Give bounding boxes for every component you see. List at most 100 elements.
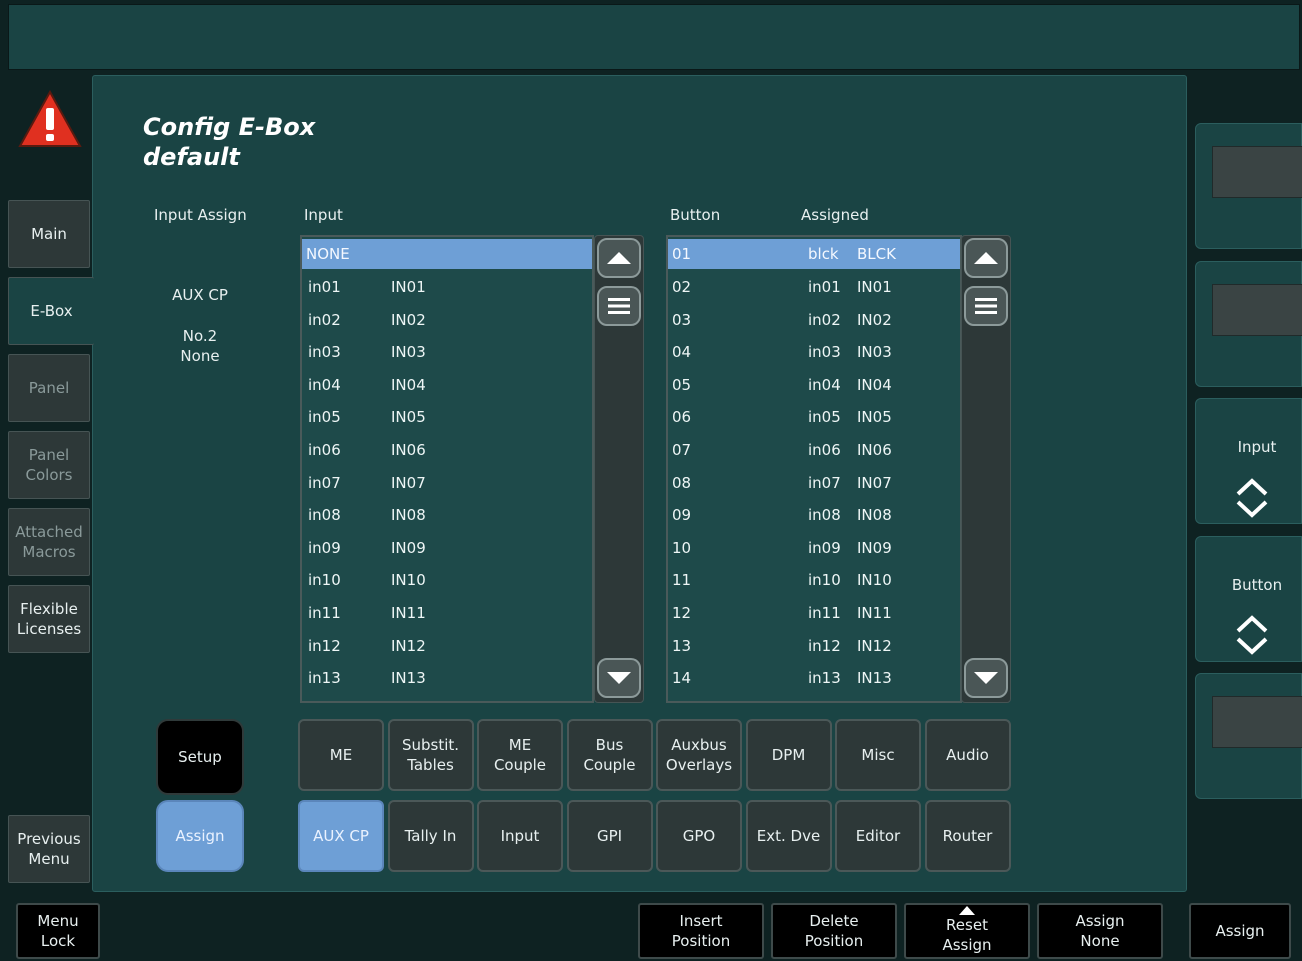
assigned-short-name: blck — [808, 245, 839, 263]
list-item[interactable]: in07 IN07 — [302, 467, 592, 499]
scroll-up-button[interactable] — [964, 238, 1008, 278]
list-item[interactable]: 09 in08 IN08 — [668, 499, 960, 531]
list-item[interactable]: in11 IN11 — [302, 597, 592, 629]
button-number: 11 — [672, 571, 692, 590]
up-down-icon[interactable] — [1232, 476, 1272, 520]
list-item[interactable]: 14 in13 IN13 — [668, 662, 960, 694]
list-item[interactable]: in13 IN13 — [302, 662, 592, 694]
button-number: 13 — [672, 636, 692, 655]
assign-button[interactable]: Assign — [1189, 903, 1291, 959]
input-knob-label: Input — [1237, 438, 1277, 456]
scroll-up-button[interactable] — [597, 238, 641, 278]
list-item[interactable]: 06 in05 IN05 — [668, 401, 960, 433]
previous-menu-button[interactable]: Previous Menu — [8, 815, 90, 883]
category-bus-couple-button[interactable]: Bus Couple — [566, 719, 653, 791]
scroll-thumb[interactable] — [597, 286, 641, 326]
list-item[interactable]: in12 IN12 — [302, 630, 592, 662]
button-number: 14 — [672, 669, 692, 688]
button-knob-label: Button — [1231, 576, 1283, 594]
empty-display-5 — [1212, 696, 1302, 748]
warning-icon[interactable] — [18, 89, 82, 152]
list-item[interactable]: in05 IN05 — [302, 401, 592, 433]
category-router-button[interactable]: Router — [924, 800, 1011, 872]
assigned-short-name: in03 — [808, 343, 841, 362]
list-item[interactable]: 12 in11 IN11 — [668, 597, 960, 629]
list-item[interactable]: in02 IN02 — [302, 304, 592, 336]
scroll-down-button[interactable] — [597, 658, 641, 698]
up-down-icon[interactable] — [1232, 613, 1272, 657]
category-gpo-button[interactable]: GPO — [656, 800, 742, 872]
menu-lock-button[interactable]: Menu Lock — [16, 903, 100, 959]
tab-main[interactable]: Main — [8, 200, 90, 268]
list-item[interactable]: in10 IN10 — [302, 564, 592, 596]
insert-position-button[interactable]: Insert Position — [638, 903, 764, 959]
menu-lines-icon — [975, 298, 997, 314]
button-number: 01 — [672, 245, 692, 263]
button-list[interactable]: 01 blck BLCK 02 in01 IN01 03 in02 IN02 04 in03 IN03… — [666, 235, 962, 703]
list-item[interactable]: 10 in09 IN09 — [668, 532, 960, 564]
delete-position-button[interactable]: Delete Position — [771, 903, 897, 959]
scroll-thumb[interactable] — [964, 286, 1008, 326]
category-editor-button[interactable]: Editor — [835, 800, 921, 872]
list-item[interactable]: 03 in02 IN02 — [668, 304, 960, 336]
input-short-name: in07 — [308, 473, 341, 492]
input-short-name: in05 — [308, 408, 341, 427]
input-column-header: Input — [304, 206, 343, 224]
button-number: 09 — [672, 506, 692, 525]
button-number: 10 — [672, 538, 692, 557]
list-item[interactable]: 08 in07 IN07 — [668, 467, 960, 499]
category-auxbus-overlays-button[interactable]: Auxbus Overlays — [656, 719, 742, 791]
assign-none-button[interactable]: Assign None — [1037, 903, 1163, 959]
list-item[interactable]: in09 IN09 — [302, 532, 592, 564]
menu-lines-icon — [608, 298, 630, 314]
category-audio-button[interactable]: Audio — [924, 719, 1011, 791]
setup-button[interactable]: Setup — [156, 719, 244, 795]
button-list-scrollbar[interactable] — [961, 235, 1011, 703]
assigned-long-name: IN02 — [857, 310, 892, 329]
tab-panel-colors[interactable]: Panel Colors — [8, 431, 90, 499]
list-item[interactable]: in04 IN04 — [302, 369, 592, 401]
category-tally-in-button[interactable]: Tally In — [387, 800, 474, 872]
list-item[interactable]: in03 IN03 — [302, 336, 592, 368]
input-list[interactable]: NONE in01 IN01 in02 IN02 in03 IN03 in04 IN04 in0… — [300, 235, 594, 703]
input-list-scrollbar[interactable] — [594, 235, 644, 703]
list-item[interactable]: in08 IN08 — [302, 499, 592, 531]
category-me-couple-button[interactable]: ME Couple — [477, 719, 563, 791]
input-assign-heading: Input Assign — [154, 206, 247, 224]
category-dpm-button[interactable]: DPM — [745, 719, 832, 791]
input-long-name: IN11 — [391, 604, 426, 622]
button-number: 08 — [672, 473, 692, 492]
list-item[interactable]: 11 in10 IN10 — [668, 564, 960, 596]
assigned-long-name: IN01 — [857, 278, 892, 296]
category-gpi-button[interactable]: GPI — [566, 800, 653, 872]
device-number: No.2 — [182, 327, 218, 345]
assigned-long-name: IN06 — [857, 441, 892, 459]
tab-panel[interactable]: Panel — [8, 354, 90, 422]
list-item[interactable]: 02 in01 IN01 — [668, 271, 960, 303]
list-item[interactable]: in01 IN01 — [302, 271, 592, 303]
category-input-button[interactable]: Input — [477, 800, 563, 872]
category-me-button[interactable]: ME — [298, 719, 384, 791]
input-long-name: IN06 — [391, 441, 426, 459]
list-item[interactable]: 07 in06 IN06 — [668, 434, 960, 466]
input-short-name: in10 — [308, 571, 341, 590]
tab-e-box[interactable]: E-Box — [8, 277, 94, 345]
assigned-long-name: IN10 — [857, 571, 892, 590]
category-aux-cp-button[interactable]: AUX CP — [298, 800, 384, 872]
category-substit-tables-button[interactable]: Substit. Tables — [387, 719, 474, 791]
scroll-down-button[interactable] — [964, 658, 1008, 698]
list-item[interactable]: 13 in12 IN12 — [668, 630, 960, 662]
list-item-selected[interactable]: NONE — [302, 239, 592, 269]
assigned-short-name: in05 — [808, 408, 841, 427]
list-item[interactable]: 04 in03 IN03 — [668, 336, 960, 368]
assign-mode-button[interactable]: Assign — [156, 800, 244, 872]
list-item[interactable]: in06 IN06 — [302, 434, 592, 466]
category-misc-button[interactable]: Misc — [835, 719, 921, 791]
tab-attached-macros[interactable]: Attached Macros — [8, 508, 90, 576]
list-item[interactable]: 05 in04 IN04 — [668, 369, 960, 401]
list-item-selected[interactable]: 01 blck BLCK — [668, 239, 960, 269]
category-ext-dve-button[interactable]: Ext. Dve — [745, 800, 832, 872]
tab-flexible-licenses[interactable]: Flexible Licenses — [8, 585, 90, 653]
page-subtitle: default — [143, 143, 240, 171]
input-long-name: IN08 — [391, 506, 426, 525]
